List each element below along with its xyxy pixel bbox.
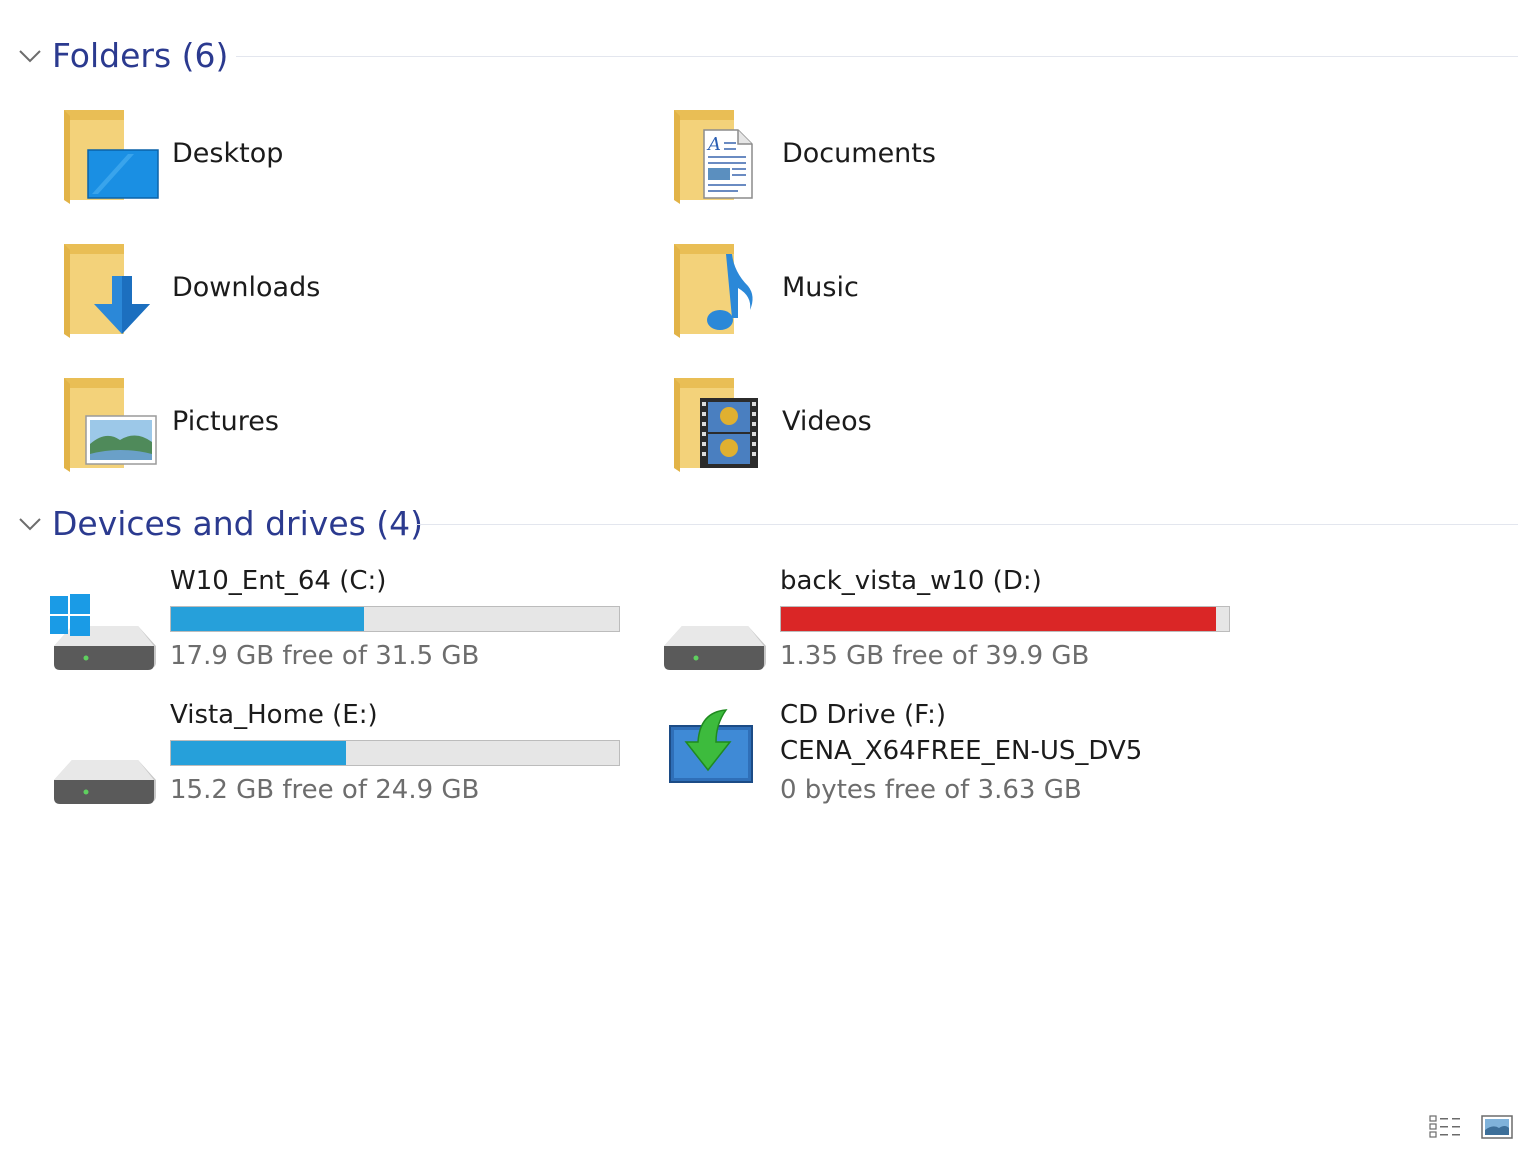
details-view-icon	[1429, 1115, 1460, 1138]
folders-group-header[interactable]: Folders (6)	[0, 32, 1518, 80]
folders-group-title: Folders (6)	[52, 36, 229, 75]
folder-videos[interactable]: Videos	[670, 374, 1230, 494]
drive-name: CD Drive (F:)	[780, 700, 947, 730]
drives-group-title: Devices and drives (4)	[52, 504, 424, 543]
cd-drive-icon	[669, 709, 753, 783]
drive-free-space: 0 bytes free of 3.63 GB	[780, 775, 1082, 805]
details-view-button[interactable]	[1426, 1112, 1464, 1142]
drive-free-space: 17.9 GB free of 31.5 GB	[170, 641, 480, 671]
drive-usage-bar	[170, 740, 620, 766]
folder-music[interactable]: Music	[670, 240, 1230, 360]
downloads-folder-icon	[64, 244, 150, 338]
hard-drive-icon	[54, 760, 156, 804]
drive-f[interactable]: CD Drive (F:) CENA_X64FREE_EN-US_DV5 0 b…	[660, 698, 1240, 818]
drive-name: Vista_Home (E:)	[170, 700, 378, 730]
svg-text:A: A	[706, 134, 721, 155]
folder-label: Pictures	[172, 406, 279, 437]
group-divider	[416, 524, 1518, 525]
drive-name: W10_Ent_64 (C:)	[170, 566, 387, 596]
folder-desktop[interactable]: Desktop	[60, 106, 620, 226]
music-folder-icon	[674, 244, 753, 338]
folder-pictures[interactable]: Pictures	[60, 374, 620, 494]
chevron-down-icon[interactable]	[16, 510, 44, 538]
windows-drive-icon	[50, 594, 156, 670]
desktop-folder-icon	[64, 110, 159, 204]
group-divider	[236, 56, 1518, 57]
drive-usage-bar	[780, 606, 1230, 632]
drive-name: back_vista_w10 (D:)	[780, 566, 1042, 596]
videos-folder-icon	[674, 378, 758, 472]
drive-usage-fill	[781, 607, 1216, 631]
folder-label: Desktop	[172, 138, 284, 169]
folder-downloads[interactable]: Downloads	[60, 240, 620, 360]
folder-label: Documents	[782, 138, 936, 169]
drive-free-space: 1.35 GB free of 39.9 GB	[780, 641, 1090, 671]
drive-usage-bar	[170, 606, 620, 632]
drives-group-header[interactable]: Devices and drives (4)	[0, 500, 1518, 548]
folder-label: Music	[782, 272, 859, 303]
documents-folder-icon: A	[674, 110, 753, 204]
drive-usage-fill	[171, 607, 364, 631]
drive-d[interactable]: back_vista_w10 (D:) 1.35 GB free of 39.9…	[660, 564, 1240, 684]
chevron-down-icon[interactable]	[16, 42, 44, 70]
folder-label: Videos	[782, 406, 872, 437]
drive-volume-label: CENA_X64FREE_EN-US_DV5	[780, 736, 1143, 766]
drive-free-space: 15.2 GB free of 24.9 GB	[170, 775, 480, 805]
folder-documents[interactable]: A Documents	[670, 106, 1230, 226]
hard-drive-icon	[664, 626, 766, 670]
pictures-folder-icon	[64, 378, 157, 472]
drive-usage-fill	[171, 741, 346, 765]
large-icons-view-button[interactable]	[1478, 1112, 1516, 1142]
large-icons-view-icon	[1481, 1115, 1513, 1139]
drive-c[interactable]: W10_Ent_64 (C:) 17.9 GB free of 31.5 GB	[50, 564, 630, 684]
drive-e[interactable]: Vista_Home (E:) 15.2 GB free of 24.9 GB	[50, 698, 630, 818]
folder-label: Downloads	[172, 272, 321, 303]
